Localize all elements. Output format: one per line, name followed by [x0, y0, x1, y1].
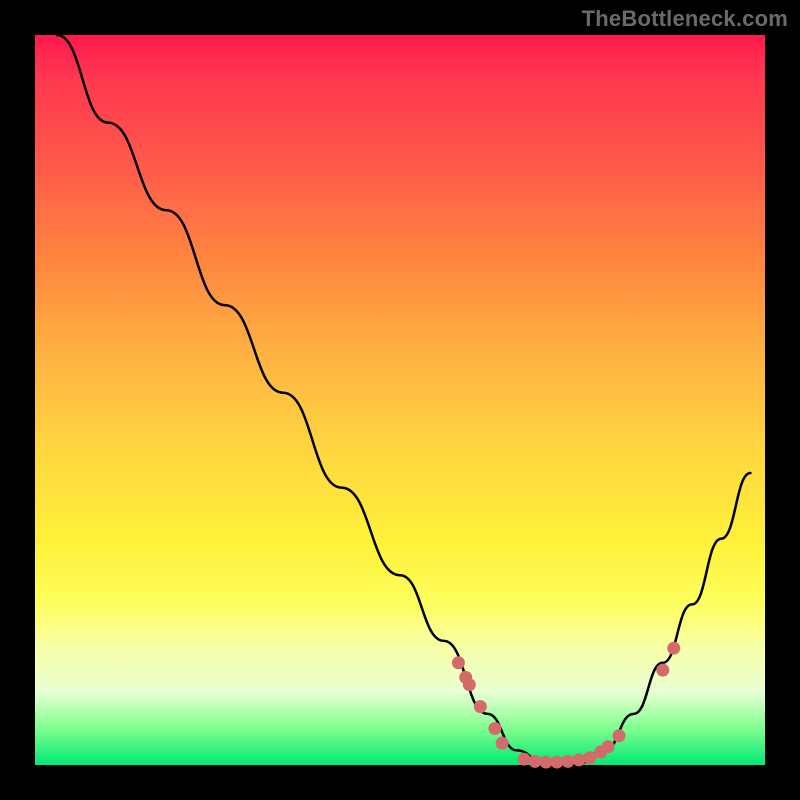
curve-marker	[496, 737, 509, 750]
bottleneck-curve	[57, 35, 751, 765]
curve-marker	[452, 656, 465, 669]
curve-svg	[35, 35, 765, 765]
curve-marker	[474, 700, 487, 713]
curve-marker	[667, 642, 680, 655]
watermark-text: TheBottleneck.com	[582, 6, 788, 32]
curve-marker	[656, 664, 669, 677]
curve-marker	[583, 751, 596, 764]
curve-marker	[561, 755, 574, 768]
plot-gradient-area	[35, 35, 765, 765]
curve-marker	[602, 740, 615, 753]
chart-frame: TheBottleneck.com	[0, 0, 800, 800]
curve-marker	[518, 753, 531, 766]
curve-markers	[452, 642, 680, 769]
curve-marker	[572, 753, 585, 766]
curve-marker	[463, 678, 476, 691]
curve-marker	[613, 729, 626, 742]
curve-marker	[488, 722, 501, 735]
